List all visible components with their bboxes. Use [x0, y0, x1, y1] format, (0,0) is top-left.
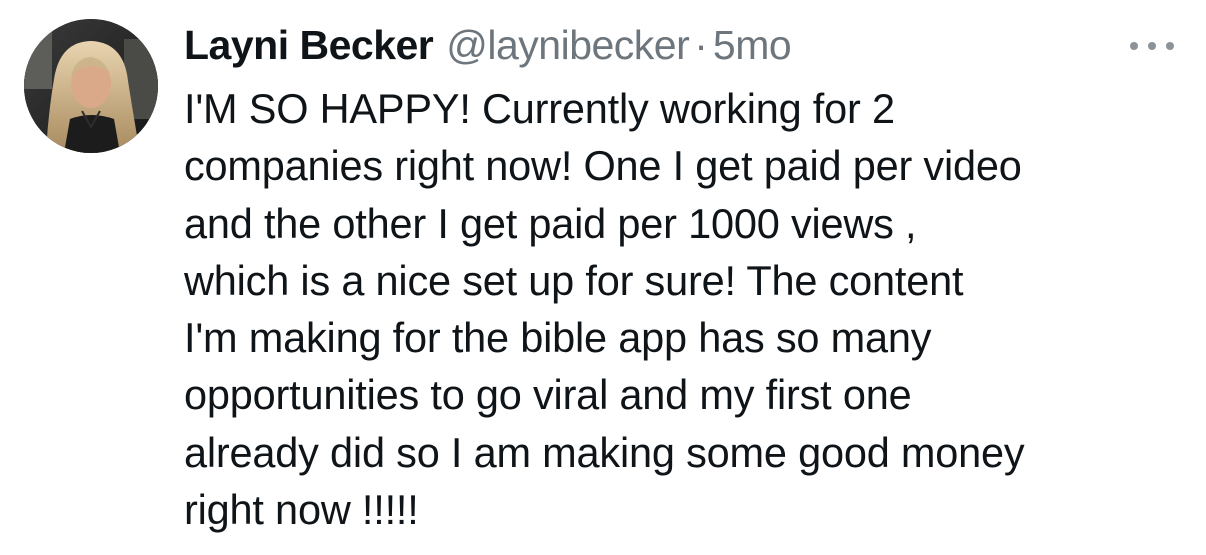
tweet-text: I'M SO HAPPY! Currently working for 2 co…	[184, 85, 1025, 534]
author-name[interactable]: Layni Becker	[184, 22, 434, 69]
separator-dot: ·	[694, 22, 708, 68]
avatar-photo-icon	[24, 19, 158, 153]
ellipsis-icon	[1148, 42, 1156, 50]
timestamp[interactable]: 5mo	[713, 22, 792, 69]
tweet-header: Layni Becker @laynibecker · 5mo	[184, 22, 1184, 74]
more-options-button[interactable]	[1130, 36, 1174, 56]
avatar[interactable]	[24, 19, 158, 153]
tweet-content: Layni Becker @laynibecker · 5mo I'M SO H…	[184, 22, 1184, 538]
tweet-card[interactable]: Layni Becker @laynibecker · 5mo I'M SO H…	[0, 0, 1206, 555]
ellipsis-icon	[1130, 42, 1138, 50]
ellipsis-icon	[1166, 42, 1174, 50]
author-handle[interactable]: @laynibecker	[446, 22, 690, 69]
